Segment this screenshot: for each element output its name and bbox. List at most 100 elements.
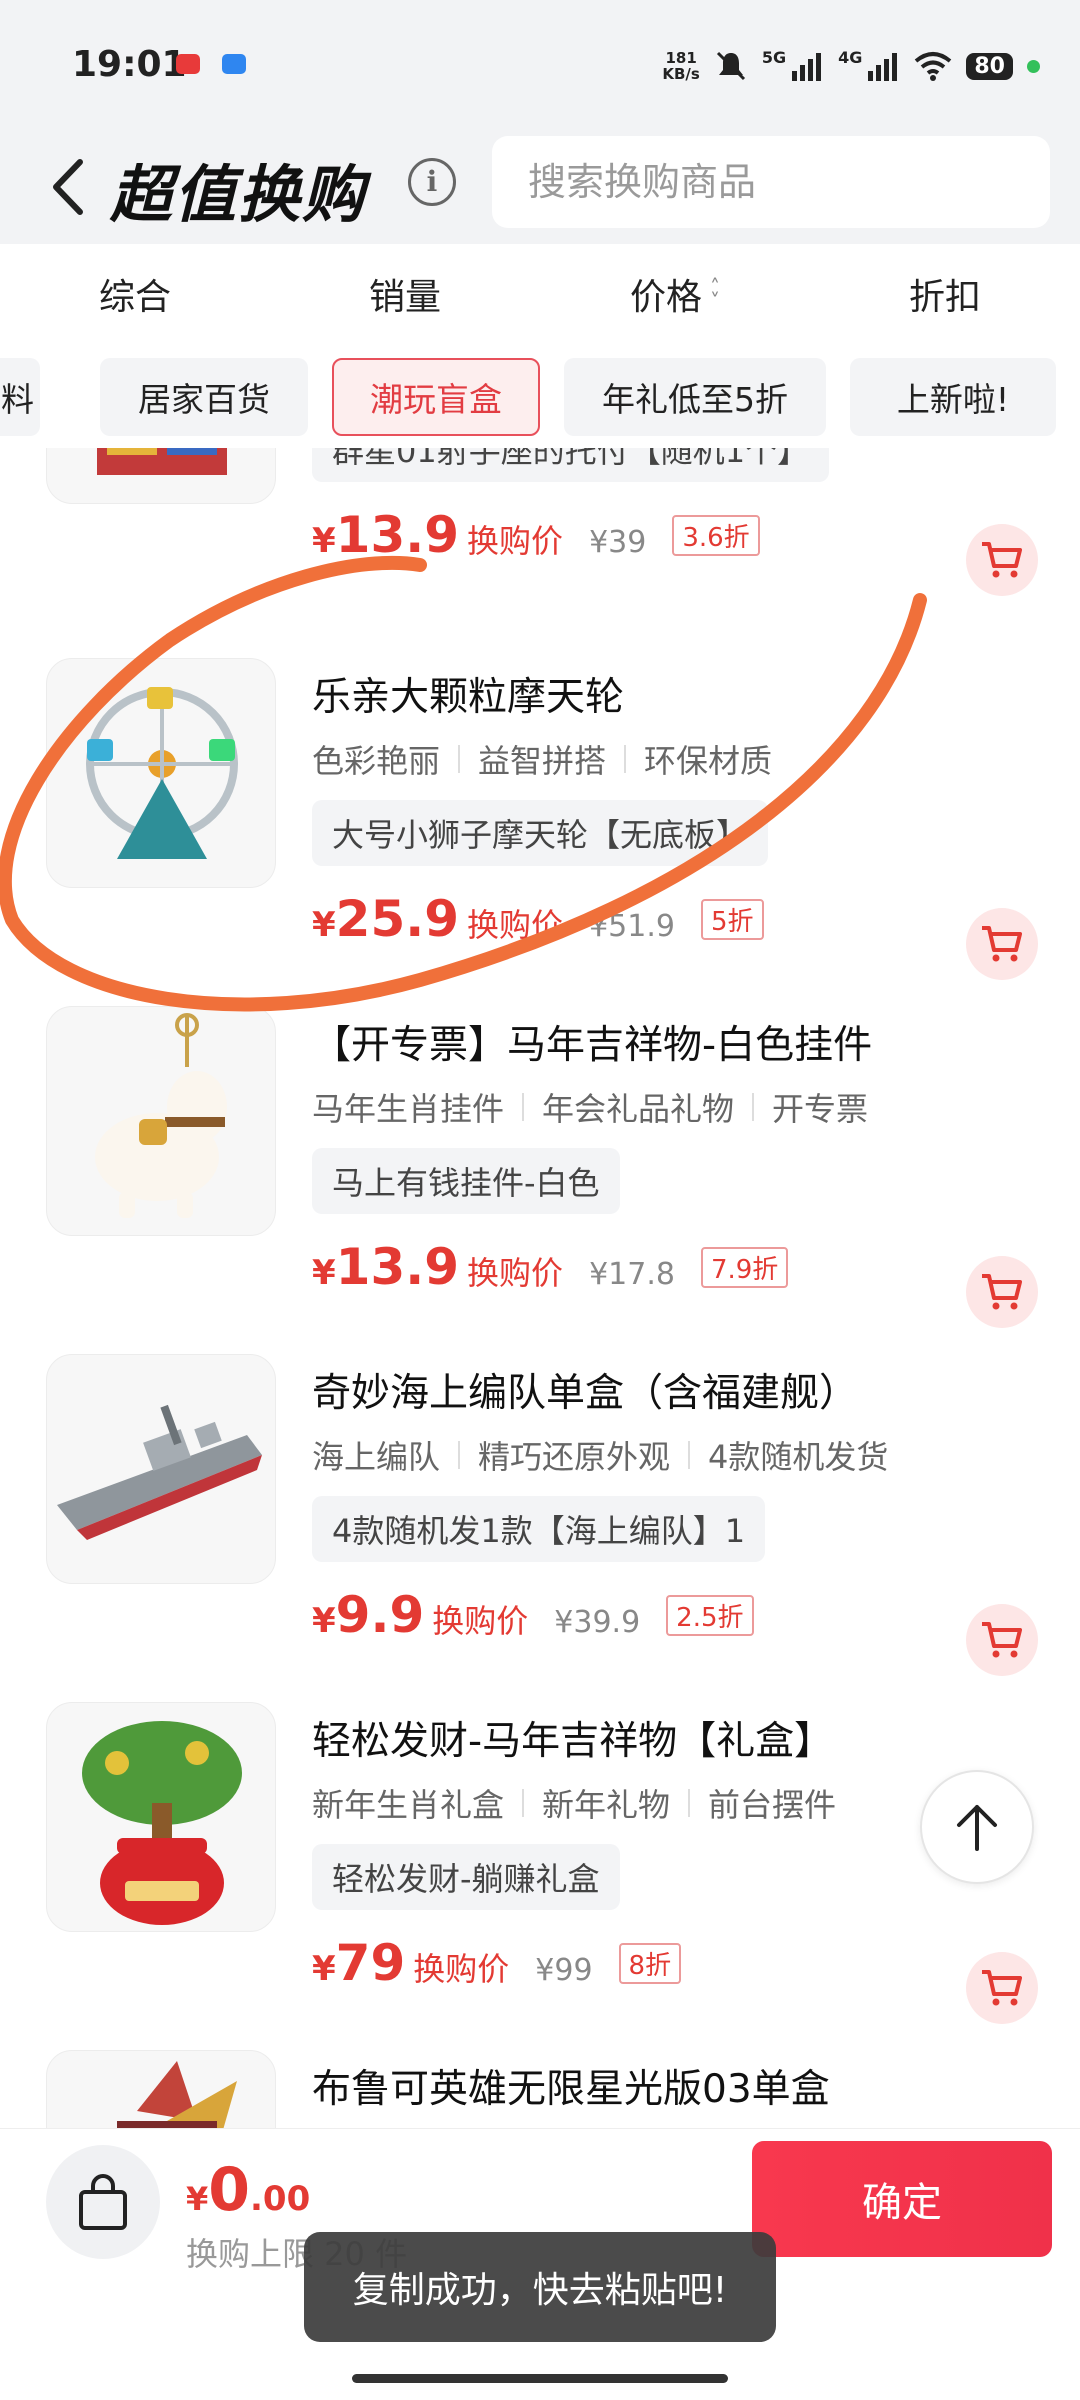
product-image[interactable] xyxy=(46,1702,276,1932)
category-chip[interactable]: 料 xyxy=(0,358,40,436)
product-image[interactable] xyxy=(46,448,276,504)
product-name[interactable]: 【开专票】马年吉祥物-白色挂件 xyxy=(312,1014,872,1070)
product-image[interactable] xyxy=(46,1006,276,1236)
notification-app-icon xyxy=(176,54,200,74)
sort-arrows-icon: ˄ ˅ xyxy=(710,275,720,313)
product-spec[interactable]: 轻松发财-躺赚礼盒 xyxy=(312,1844,620,1910)
discount-badge: 3.6折 xyxy=(672,515,760,556)
category-chip-label: 料 xyxy=(1,380,34,419)
sort-tab-discount[interactable]: 折扣 xyxy=(810,244,1080,344)
price-label: 换购价 xyxy=(467,1254,564,1292)
product-list[interactable]: 群星01射手座的托付【随机1个】 ¥ 13.9 换购价 ¥39 3.6折 乐亲大… xyxy=(0,448,1080,2128)
search-box[interactable] xyxy=(492,136,1050,228)
net-5g-label: 5G xyxy=(761,47,787,67)
product-image[interactable] xyxy=(46,658,276,888)
product-price: 13.9 xyxy=(335,1238,460,1296)
product-item[interactable]: 【开专票】马年吉祥物-白色挂件 马年生肖挂件 年会礼品礼物 开专票 马上有钱挂件… xyxy=(0,1006,1080,1354)
net-4g-label: 4G xyxy=(838,47,863,67)
product-item[interactable]: 群星01射手座的托付【随机1个】 ¥ 13.9 换购价 ¥39 3.6折 xyxy=(0,448,1080,622)
product-spec[interactable]: 大号小狮子摩天轮【无底板】 xyxy=(312,800,769,866)
add-to-cart-button[interactable] xyxy=(966,1952,1038,2024)
back-to-top-button[interactable] xyxy=(920,1770,1034,1884)
status-time: 19:01 xyxy=(72,44,187,85)
sort-tab-sales[interactable]: 销量 xyxy=(270,244,540,344)
product-price: 9.9 xyxy=(335,1586,425,1644)
product-tag: 精巧还原外观 xyxy=(478,1438,671,1476)
product-name[interactable]: 布鲁可英雄无限星光版03单盒 xyxy=(312,2058,830,2114)
chevron-left-icon xyxy=(53,159,83,215)
product-image[interactable] xyxy=(46,1354,276,1584)
discount-badge: 2.5折 xyxy=(666,1595,754,1636)
price-row: ¥ 13.9 换购价 ¥17.8 7.9折 xyxy=(312,1238,789,1308)
product-name[interactable]: 奇妙海上编队单盒（含福建舰） xyxy=(312,1362,858,1418)
cart-icon xyxy=(982,1970,1022,2006)
page-header: 超值换购 i xyxy=(0,130,1080,244)
tag-divider xyxy=(522,1093,525,1121)
product-tag: 环保材质 xyxy=(644,742,773,780)
search-input[interactable] xyxy=(492,136,1050,228)
bag-icon xyxy=(79,2174,127,2230)
price-row: ¥ 25.9 换购价 ¥51.9 5折 xyxy=(312,890,764,960)
category-chip[interactable]: 上新啦! xyxy=(850,358,1056,436)
price-row: ¥ 9.9 换购价 ¥39.9 2.5折 xyxy=(312,1586,754,1656)
mute-icon xyxy=(714,49,748,83)
arrow-up-icon xyxy=(957,1805,997,1851)
page-title: 超值换购 xyxy=(110,158,367,231)
status-icons: 181 KB/s 5G 4G 80 xyxy=(662,44,1040,88)
cart-icon xyxy=(982,926,1022,962)
shopping-bag-button[interactable] xyxy=(46,2145,160,2259)
product-spec[interactable]: 群星01射手座的托付【随机1个】 xyxy=(312,448,830,482)
total-integer: 0 xyxy=(208,2155,251,2225)
category-chip-label: 年礼低至5折 xyxy=(602,380,788,419)
signal-icon xyxy=(790,51,824,81)
category-chip[interactable]: 年礼低至5折 xyxy=(564,358,826,436)
discount-badge: 8折 xyxy=(618,1943,682,1984)
original-price: ¥39.9 xyxy=(554,1605,641,1640)
original-price: ¥51.9 xyxy=(589,909,675,944)
home-indicator[interactable] xyxy=(352,2374,728,2383)
product-item[interactable]: 布鲁可英雄无限星光版03单盒 xyxy=(0,2050,1080,2128)
tag-divider xyxy=(752,1093,755,1121)
tag-divider xyxy=(522,1789,525,1817)
product-name[interactable]: 乐亲大颗粒摩天轮 xyxy=(312,666,624,722)
product-item[interactable]: 轻松发财-马年吉祥物【礼盒】 新年生肖礼盒 新年礼物 前台摆件 轻松发财-躺赚礼… xyxy=(0,1702,1080,2050)
add-to-cart-button[interactable] xyxy=(966,1256,1038,1328)
discount-badge: 7.9折 xyxy=(700,1247,789,1288)
product-spec[interactable]: 4款随机发1款【海上编队】1 xyxy=(312,1496,766,1562)
confirm-button[interactable]: 确定 xyxy=(752,2141,1052,2257)
sort-tab-price[interactable]: 价格 ˄ ˅ xyxy=(540,244,810,344)
add-to-cart-button[interactable] xyxy=(966,1604,1038,1676)
original-price: ¥99 xyxy=(535,1953,593,1988)
total-price: ¥0.00 xyxy=(186,2155,310,2225)
product-item[interactable]: 乐亲大颗粒摩天轮 色彩艳丽 益智拼搭 环保材质 大号小狮子摩天轮【无底板】 ¥ … xyxy=(0,658,1080,1006)
tag-divider xyxy=(624,745,627,773)
sort-tab-label: 折扣 xyxy=(908,277,981,318)
product-tag: 马年生肖挂件 xyxy=(312,1090,505,1128)
sort-tab-label: 价格 xyxy=(629,277,702,318)
product-tag: 前台摆件 xyxy=(708,1786,837,1824)
category-chip[interactable]: 居家百货 xyxy=(100,358,308,436)
product-tag: 色彩艳丽 xyxy=(312,742,441,780)
info-icon[interactable]: i xyxy=(408,158,456,206)
tag-divider xyxy=(688,1441,691,1469)
product-item[interactable]: 奇妙海上编队单盒（含福建舰） 海上编队 精巧还原外观 4款随机发货 4款随机发1… xyxy=(0,1354,1080,1702)
product-image[interactable] xyxy=(46,2050,276,2128)
discount-badge: 5折 xyxy=(700,899,764,940)
product-tag: 4款随机发货 xyxy=(708,1438,889,1476)
product-tag: 益智拼搭 xyxy=(478,742,607,780)
charging-dot xyxy=(1027,59,1040,73)
add-to-cart-button[interactable] xyxy=(966,524,1038,596)
back-button[interactable] xyxy=(40,152,100,222)
price-row: ¥ 79 换购价 ¥99 8折 xyxy=(312,1934,682,2004)
product-tag: 开专票 xyxy=(772,1090,869,1128)
currency-symbol: ¥ xyxy=(312,1601,336,1641)
category-chip-active[interactable]: 潮玩盲盒 xyxy=(332,358,540,436)
add-to-cart-button[interactable] xyxy=(966,908,1038,980)
product-spec[interactable]: 马上有钱挂件-白色 xyxy=(312,1148,620,1214)
sort-tab-label: 综合 xyxy=(98,277,171,318)
sort-tab-overall[interactable]: 综合 xyxy=(0,244,270,344)
total-decimal: .00 xyxy=(250,2179,311,2219)
category-chip-label: 潮玩盲盒 xyxy=(370,380,502,419)
tag-divider xyxy=(458,745,461,773)
product-name[interactable]: 轻松发财-马年吉祥物【礼盒】 xyxy=(312,1710,833,1766)
